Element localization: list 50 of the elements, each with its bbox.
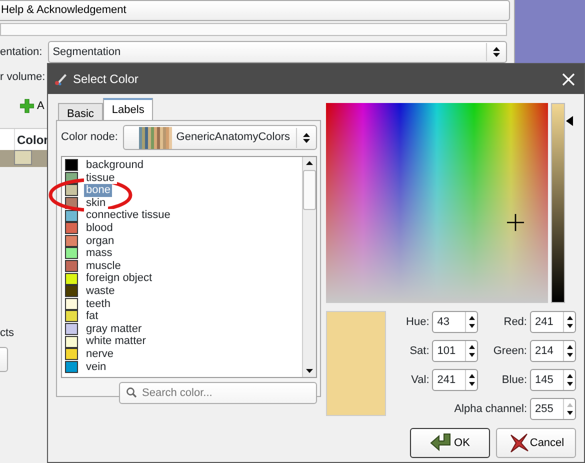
field-label: Blue: (500, 372, 527, 388)
help-button[interactable]: Help & Acknowledgement (0, 0, 510, 21)
search-icon (126, 387, 137, 398)
list-item[interactable]: skin (84, 196, 108, 210)
tab[interactable]: Basic (58, 103, 103, 120)
x-mark-icon (508, 432, 530, 454)
spin-arrows-icon (492, 46, 501, 58)
list-item[interactable]: foreign object (84, 272, 154, 285)
dialog-title: Select Color (73, 71, 140, 88)
luminance-slider[interactable] (551, 103, 573, 303)
close-icon (562, 73, 574, 86)
color-node-dropdown[interactable]: GenericAnatomyColors (122, 125, 317, 150)
field-label: Red: (502, 314, 527, 330)
list-item[interactable]: gray matter (84, 322, 144, 336)
ok-button[interactable]: OK (410, 428, 490, 458)
field-label: Alpha channel: (453, 402, 527, 417)
search-field[interactable]: Search color... (119, 382, 317, 404)
list-item[interactable]: teeth (84, 298, 112, 310)
spin-box[interactable]: 214 (530, 340, 576, 362)
color-picker-icon (54, 72, 68, 86)
list-item[interactable]: tissue (84, 172, 117, 184)
crosshair-icon (507, 214, 524, 231)
list-item[interactable]: background (84, 159, 146, 172)
field-label: Sat: (408, 344, 430, 359)
plus-icon (20, 98, 34, 113)
add-button[interactable]: A (20, 98, 60, 114)
spin-box[interactable]: 241 (432, 369, 478, 391)
list-item[interactable]: vein (84, 360, 108, 374)
color-table-icon (138, 126, 173, 148)
field-label: r volume: (0, 70, 46, 85)
color-spectrum[interactable] (326, 103, 548, 303)
spin-box[interactable]: 101 (432, 340, 478, 362)
spin-box[interactable]: 145 (530, 369, 576, 391)
field-label: Color node: (61, 130, 118, 146)
cancel-button[interactable]: Cancel (496, 428, 576, 458)
spin-arrows-icon (302, 132, 311, 144)
field-label: Green: (492, 344, 527, 359)
scrollbar-thumb[interactable] (303, 170, 316, 210)
field-label: Hue: (405, 314, 430, 330)
color-swatch (14, 150, 32, 165)
field-label: Val: (410, 372, 430, 388)
representation-dropdown[interactable]: Segmentation (48, 41, 507, 63)
list-item[interactable]: muscle (84, 260, 123, 272)
scrollbar[interactable] (302, 157, 316, 377)
group-label: cts (0, 326, 16, 341)
spin-box[interactable]: 43 (432, 311, 478, 333)
spin-box[interactable]: 241 (530, 311, 576, 333)
empty-field[interactable] (0, 23, 507, 36)
tab[interactable]: Labels (102, 98, 154, 120)
field-label: entation: (0, 44, 42, 60)
